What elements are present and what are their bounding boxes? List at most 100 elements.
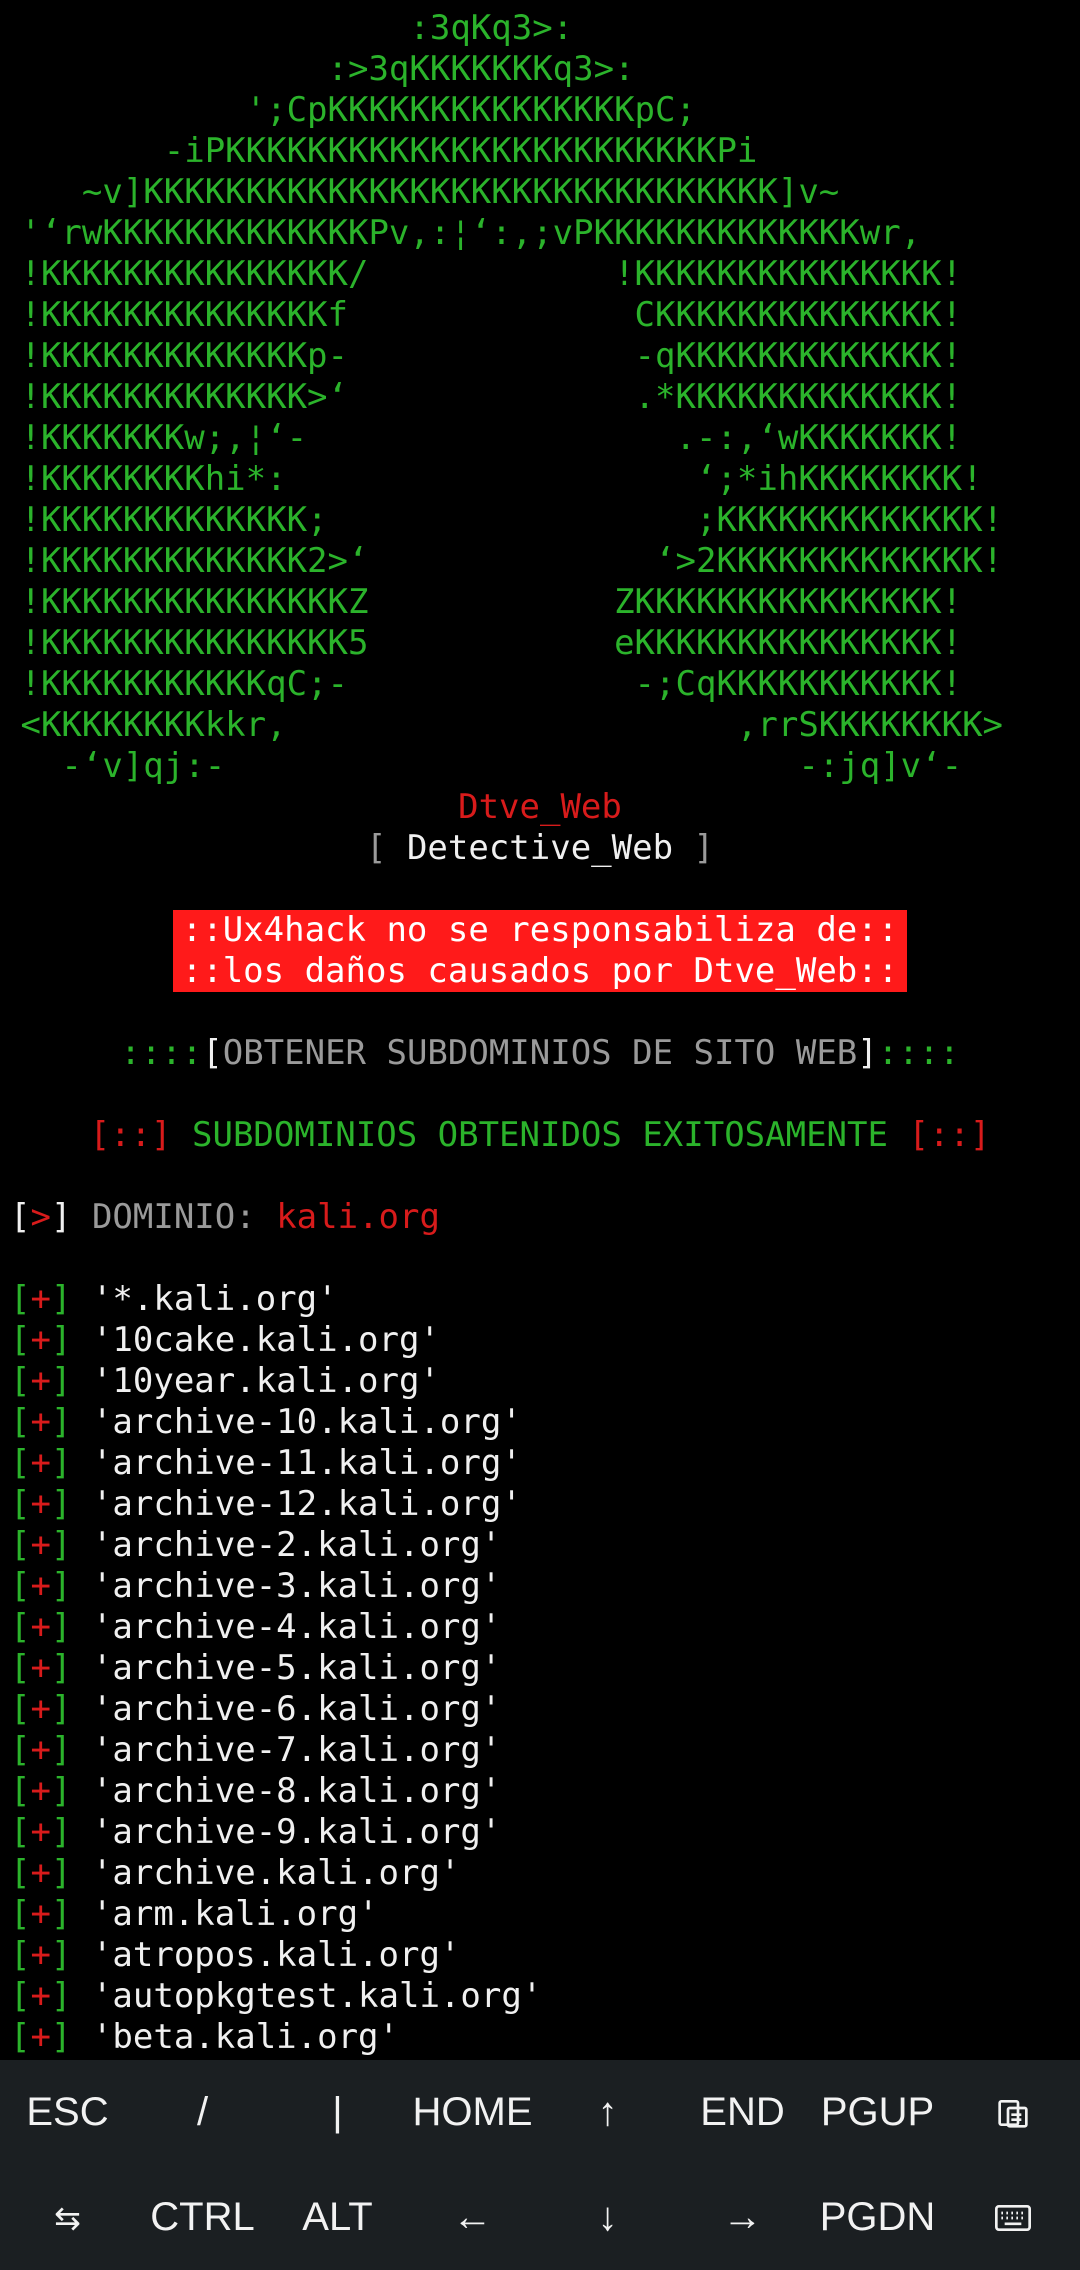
terminal-output[interactable]: :3qKq3>: :>3qKKKKKKKq3>: ';CpKKKKKKKKKKK… (0, 0, 1080, 2060)
slash-key[interactable]: / (135, 2060, 270, 2165)
tab-key-icon[interactable]: ⇆ (0, 2165, 135, 2270)
left-arrow-key[interactable]: ← (405, 2165, 540, 2270)
keyboard-toggle-icon[interactable] (945, 2165, 1080, 2270)
subdomain-text: 'archive-8.kali.org' (91, 1771, 502, 1811)
list-marker-open: [ (10, 1935, 31, 1975)
extra-keys-bar: ESC / | HOME ↑ END PGUP ⇆ CTRL ALT ← ↓ → PGDN (0, 2060, 1080, 2270)
ascii-art-banner: :3qKq3>: :>3qKKKKKKKq3>: ';CpKKKKKKKKKKK… (20, 8, 1004, 786)
subdomain-text: 'beta.kali.org' (91, 2017, 399, 2057)
list-marker-close: ] (50, 1771, 72, 1811)
pgdn-key[interactable]: PGDN (810, 2165, 945, 2270)
subtitle-open-bracket: [ (365, 828, 407, 868)
list-marker-close: ] (50, 1525, 72, 1565)
list-item: [+] 'archive-7.kali.org' (0, 1730, 1080, 1771)
subdomain-text: 'archive-4.kali.org' (91, 1607, 502, 1647)
list-item: [+] 'autopkgtest.kali.org' (0, 1976, 1080, 2017)
list-marker-plus: + (30, 1320, 51, 1360)
pipe-key[interactable]: | (270, 2060, 405, 2165)
subdomain-text: 'atropos.kali.org' (91, 1935, 461, 1975)
list-marker-close: ] (50, 1320, 72, 1360)
list-marker-open: [ (10, 1853, 31, 1893)
list-item: [+] 'archive-8.kali.org' (0, 1771, 1080, 1812)
list-marker-close: ] (50, 1730, 72, 1770)
subdomain-text: 'archive-11.kali.org' (91, 1443, 522, 1483)
subdomain-text: '*.kali.org' (91, 1279, 338, 1319)
up-arrow-key[interactable]: ↑ (540, 2060, 675, 2165)
list-item: [+] 'archive-10.kali.org' (0, 1402, 1080, 1443)
end-key[interactable]: END (675, 2060, 810, 2165)
list-item: [+] 'archive-4.kali.org' (0, 1607, 1080, 1648)
list-marker-open: [ (10, 1730, 31, 1770)
clipboard-paste-icon[interactable] (945, 2060, 1080, 2165)
domain-line: [>] DOMINIO: kali.org (0, 1197, 1080, 1238)
list-marker-close: ] (50, 1853, 72, 1893)
list-item: [+] '10year.kali.org' (0, 1361, 1080, 1402)
section-title-text: OBTENER SUBDOMINIOS DE SITO WEB (222, 1033, 858, 1073)
list-marker-plus: + (30, 1402, 51, 1442)
success-left-marker: [::] (89, 1115, 172, 1155)
list-marker-plus: + (30, 1935, 51, 1975)
list-marker-close: ] (50, 1607, 72, 1647)
list-marker-plus: + (30, 1894, 51, 1934)
subdomain-text: 'archive-3.kali.org' (91, 1566, 502, 1606)
disclaimer-box: ::Ux4hack no se responsabiliza de:: ::lo… (0, 910, 1080, 992)
list-item: [+] 'arm.kali.org' (0, 1894, 1080, 1935)
list-marker-plus: + (30, 1730, 51, 1770)
subdomain-text: 'archive-2.kali.org' (91, 1525, 502, 1565)
list-item: [+] 'archive-3.kali.org' (0, 1566, 1080, 1607)
list-marker-open: [ (10, 1525, 31, 1565)
list-item: [+] 'archive-11.kali.org' (0, 1443, 1080, 1484)
success-text: SUBDOMINIOS OBTENIDOS EXITOSAMENTE (192, 1115, 888, 1155)
home-key[interactable]: HOME (405, 2060, 540, 2165)
down-arrow-key[interactable]: ↓ (540, 2165, 675, 2270)
list-marker-open: [ (10, 1771, 31, 1811)
list-item: [+] 'atropos.kali.org' (0, 1935, 1080, 1976)
list-marker-plus: + (30, 1976, 51, 2016)
alt-key[interactable]: ALT (270, 2165, 405, 2270)
subdomain-text: 'archive-6.kali.org' (91, 1689, 502, 1729)
list-marker-plus: + (30, 1853, 51, 1893)
list-item: [+] '10cake.kali.org' (0, 1320, 1080, 1361)
list-item: [+] '*.kali.org' (0, 1279, 1080, 1320)
list-item: [+] 'archive-2.kali.org' (0, 1525, 1080, 1566)
tool-subtitle: [ Detective_Web ] (0, 828, 1080, 869)
list-marker-open: [ (10, 1648, 31, 1688)
list-marker-plus: + (30, 1279, 51, 1319)
tool-name: Dtve_Web (458, 787, 622, 827)
subdomain-text: '10year.kali.org' (91, 1361, 440, 1401)
subdomain-text: 'archive.kali.org' (91, 1853, 461, 1893)
list-marker-plus: + (30, 2017, 51, 2057)
list-marker-open: [ (10, 1361, 31, 1401)
list-marker-open: [ (10, 1976, 31, 2016)
list-item: [+] 'archive-5.kali.org' (0, 1648, 1080, 1689)
subdomain-text: 'arm.kali.org' (91, 1894, 379, 1934)
list-marker-open: [ (10, 1402, 31, 1442)
list-marker-close: ] (50, 1361, 72, 1401)
domain-close-bracket: ] (50, 1197, 72, 1237)
domain-value: kali.org (276, 1197, 440, 1237)
section-open-bracket: [ (202, 1033, 223, 1073)
list-marker-plus: + (30, 1689, 51, 1729)
subtitle-text: Detective_Web (406, 828, 674, 868)
section-left-dots: :::: (120, 1033, 203, 1073)
list-marker-plus: + (30, 1525, 51, 1565)
section-close-bracket: ] (857, 1033, 878, 1073)
subdomain-list: [+] '*.kali.org' [+] '10cake.kali.org' [+]… (0, 1279, 1080, 2058)
esc-key[interactable]: ESC (0, 2060, 135, 2165)
list-marker-open: [ (10, 1320, 31, 1360)
right-arrow-key[interactable]: → (675, 2165, 810, 2270)
subdomain-text: 'archive-10.kali.org' (91, 1402, 522, 1442)
ctrl-key[interactable]: CTRL (135, 2165, 270, 2270)
list-marker-plus: + (30, 1812, 51, 1852)
list-item: [+] 'archive.kali.org' (0, 1853, 1080, 1894)
list-marker-open: [ (10, 1812, 31, 1852)
subdomain-text: 'archive-9.kali.org' (91, 1812, 502, 1852)
list-marker-plus: + (30, 1566, 51, 1606)
list-marker-open: [ (10, 1443, 31, 1483)
list-marker-plus: + (30, 1607, 51, 1647)
section-right-dots: :::: (877, 1033, 960, 1073)
list-marker-plus: + (30, 1771, 51, 1811)
section-title: ::::[OBTENER SUBDOMINIOS DE SITO WEB]:::… (0, 1033, 1080, 1074)
pgup-key[interactable]: PGUP (810, 2060, 945, 2165)
list-marker-close: ] (50, 1402, 72, 1442)
